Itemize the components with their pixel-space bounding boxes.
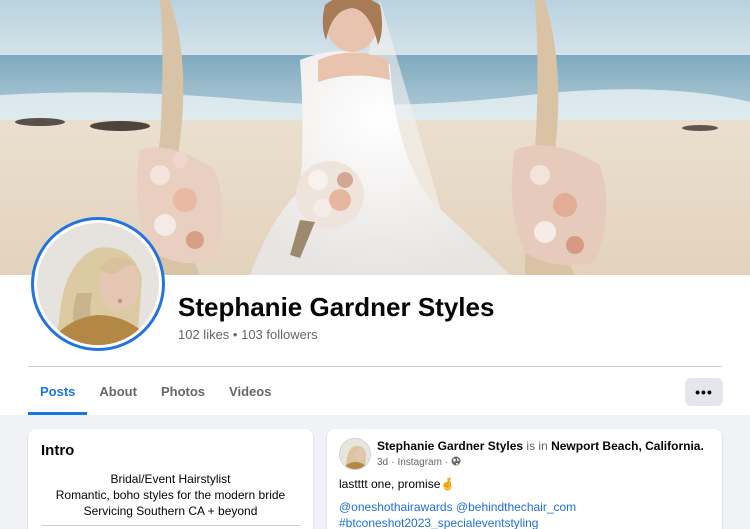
tab-photos[interactable]: Photos bbox=[149, 367, 217, 415]
post-header: Stephanie Gardner Styles is in Newport B… bbox=[377, 439, 704, 453]
post-tags: @oneshothairawards @behindthechair_com #… bbox=[339, 499, 576, 529]
mention-link[interactable]: @oneshothairawards bbox=[339, 500, 453, 514]
page-stats[interactable]: 102 likes • 103 followers bbox=[178, 327, 318, 342]
tab-about[interactable]: About bbox=[87, 367, 149, 415]
more-options-button[interactable]: ••• bbox=[685, 378, 723, 406]
intro-title: Intro bbox=[41, 442, 75, 459]
post-caption: lastttt one, promise bbox=[339, 477, 441, 491]
intro-divider bbox=[41, 525, 300, 526]
post-text: lastttt one, promise🤞 bbox=[339, 477, 455, 491]
profile-avatar[interactable] bbox=[31, 217, 165, 351]
intro-line: Bridal/Event Hairstylist bbox=[110, 472, 231, 486]
post-is-in: is in bbox=[526, 439, 548, 453]
post-author-name[interactable]: Stephanie Gardner Styles bbox=[377, 439, 523, 453]
intro-line: Romantic, boho styles for the modern bri… bbox=[55, 488, 286, 502]
fingers-crossed-emoji: 🤞 bbox=[440, 477, 456, 491]
tab-posts[interactable]: Posts bbox=[28, 367, 88, 415]
profile-tabs: Posts About Photos Videos bbox=[28, 367, 283, 415]
meta-separator: · bbox=[391, 457, 395, 468]
meta-separator: · bbox=[444, 457, 449, 468]
hashtag-link[interactable]: #btconeshot2023_specialeventstyling bbox=[339, 515, 576, 529]
post-card: Stephanie Gardner Styles is in Newport B… bbox=[327, 429, 722, 529]
post-location[interactable]: Newport Beach, California. bbox=[551, 439, 704, 453]
tab-videos[interactable]: Videos bbox=[217, 367, 283, 415]
post-author-avatar[interactable] bbox=[339, 438, 371, 470]
globe-icon[interactable] bbox=[451, 456, 461, 469]
page-title: Stephanie Gardner Styles bbox=[178, 292, 495, 322]
mention-link[interactable]: @behindthechair_com bbox=[456, 500, 576, 514]
intro-card: Intro Bridal/Event Hairstylist Romantic,… bbox=[28, 429, 313, 529]
post-meta: 3d · Instagram · bbox=[377, 456, 461, 469]
post-source: Instagram bbox=[397, 457, 442, 468]
intro-bio: Bridal/Event Hairstylist Romantic, boho … bbox=[28, 471, 313, 519]
post-time[interactable]: 3d bbox=[377, 457, 388, 468]
intro-line: Servicing Southern CA + beyond bbox=[83, 504, 258, 518]
more-icon: ••• bbox=[695, 384, 713, 400]
